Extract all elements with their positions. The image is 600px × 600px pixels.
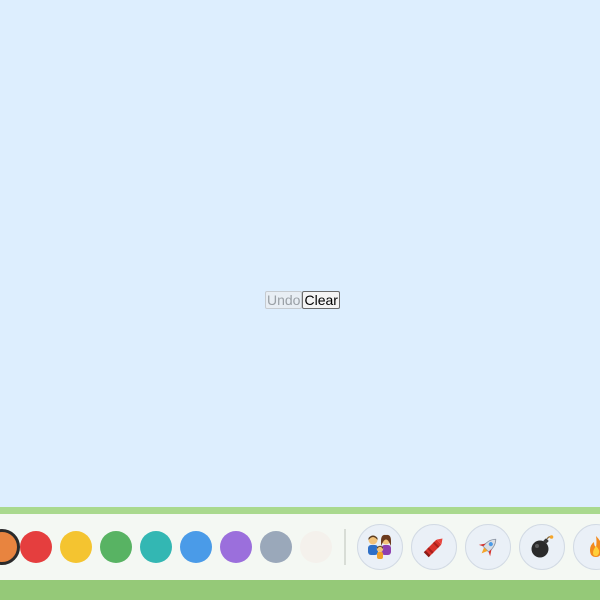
color-swatch-teal[interactable] (140, 531, 172, 563)
drawing-app: Undo Clear (0, 0, 600, 600)
undo-button[interactable]: Undo (265, 291, 303, 309)
color-swatch-white[interactable] (300, 531, 332, 563)
toolbar-divider (344, 529, 346, 565)
crayon-icon (420, 533, 448, 561)
color-swatch-purple[interactable] (220, 531, 252, 563)
color-swatch-blue[interactable] (180, 531, 212, 563)
bomb-icon (529, 534, 555, 560)
rocket-icon (475, 534, 501, 560)
family-icon (365, 534, 395, 560)
toolbar-top-border (0, 507, 600, 514)
toolbar-bottom-border (0, 580, 600, 600)
canvas-controls: Undo Clear (265, 291, 340, 309)
drawing-canvas[interactable]: Undo Clear (0, 0, 600, 507)
color-swatch-gray[interactable] (260, 531, 292, 563)
stamp-family-button[interactable] (357, 524, 403, 570)
tool-palette (0, 514, 600, 580)
color-swatch-red[interactable] (20, 531, 52, 563)
color-swatch-green[interactable] (100, 531, 132, 563)
color-swatch-yellow[interactable] (60, 531, 92, 563)
fire-icon (583, 534, 600, 560)
stamp-bomb-button[interactable] (519, 524, 565, 570)
stamp-rocket-button[interactable] (465, 524, 511, 570)
clear-button[interactable]: Clear (302, 291, 340, 309)
color-swatch-orange[interactable] (0, 529, 20, 565)
stamp-fire-button[interactable] (573, 524, 600, 570)
stamp-crayon-button[interactable] (411, 524, 457, 570)
